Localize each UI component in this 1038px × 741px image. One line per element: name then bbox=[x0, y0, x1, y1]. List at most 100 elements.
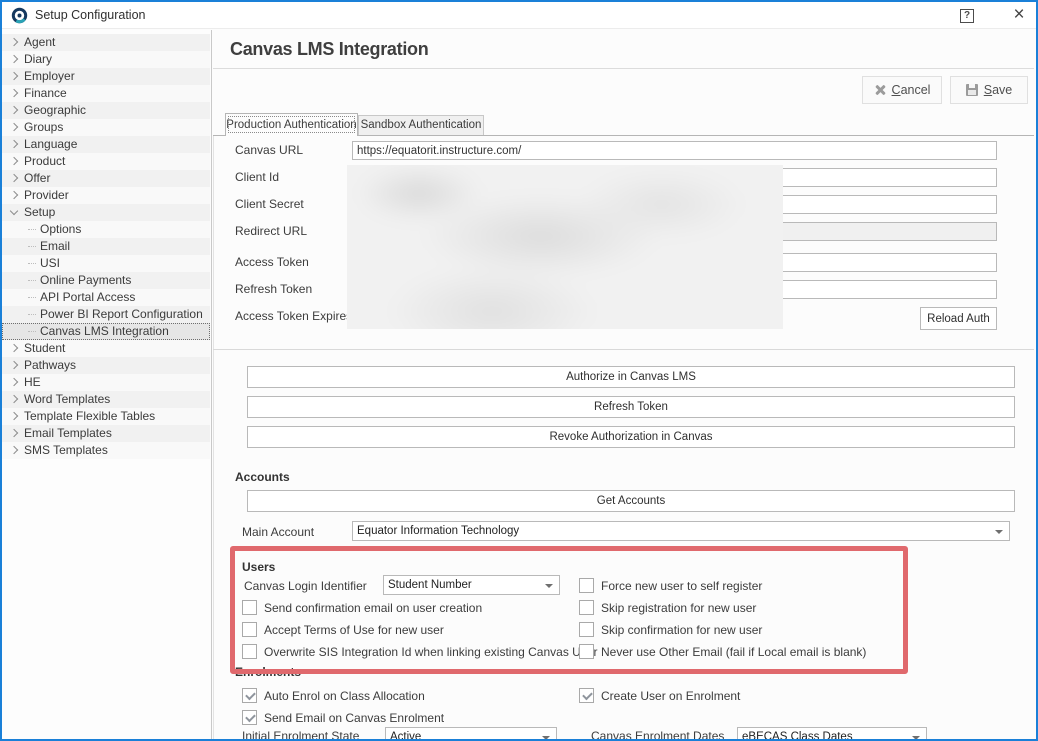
cancel-x-icon bbox=[874, 84, 886, 96]
sidebar-item-label: Setup bbox=[24, 204, 55, 221]
get-accounts-button[interactable]: Get Accounts bbox=[247, 490, 1015, 512]
title-separator bbox=[213, 68, 1034, 69]
authorize-in-canvas-button[interactable]: Authorize in Canvas LMS bbox=[247, 366, 1015, 388]
sidebar-item-canvas-lms-integration[interactable]: Canvas LMS Integration bbox=[2, 323, 210, 340]
never-use-other-email-label: Never use Other Email (fail if Local ema… bbox=[601, 645, 866, 659]
chevron-right-icon bbox=[10, 446, 18, 454]
force-self-register-checkbox[interactable] bbox=[579, 578, 594, 593]
sidebar-item-product[interactable]: Product bbox=[2, 153, 210, 170]
sidebar-item-geographic[interactable]: Geographic bbox=[2, 102, 210, 119]
skip-confirmation-checkbox[interactable] bbox=[579, 622, 594, 637]
sidebar-item-options[interactable]: Options bbox=[2, 221, 210, 238]
sidebar-item-label: Options bbox=[40, 221, 81, 238]
sidebar-item-email-templates[interactable]: Email Templates bbox=[2, 425, 210, 442]
overwrite-sis-id-label: Overwrite SIS Integration Id when linkin… bbox=[264, 645, 598, 659]
skip-registration-checkbox[interactable] bbox=[579, 600, 594, 615]
tab-production-authentication[interactable]: Production Authentication bbox=[225, 113, 358, 136]
sidebar-item-label: Diary bbox=[24, 51, 52, 68]
chevron-right-icon bbox=[10, 191, 18, 199]
access-token-expires-label: Access Token Expires bbox=[235, 309, 352, 323]
sidebar-item-label: Geographic bbox=[24, 102, 86, 119]
never-use-other-email-checkbox[interactable] bbox=[579, 644, 594, 659]
sidebar-item-label: SMS Templates bbox=[24, 442, 108, 459]
enrolments-heading: Enrolments bbox=[235, 665, 301, 679]
chevron-right-icon bbox=[10, 395, 18, 403]
sidebar-item-student[interactable]: Student bbox=[2, 340, 210, 357]
save-button[interactable]: Save bbox=[950, 76, 1028, 104]
sidebar-item-label: Product bbox=[24, 153, 65, 170]
send-confirmation-email-checkbox[interactable] bbox=[242, 600, 257, 615]
reload-auth-button[interactable]: Reload Auth bbox=[920, 307, 997, 330]
sidebar-item-label: Template Flexible Tables bbox=[24, 408, 155, 425]
sidebar-item-label: Power BI Report Configuration bbox=[40, 306, 203, 323]
setup-configuration-window: Setup Configuration ? × Agent Diary Empl… bbox=[0, 0, 1038, 741]
window-title: Setup Configuration bbox=[35, 8, 146, 22]
sidebar-item-groups[interactable]: Groups bbox=[2, 119, 210, 136]
sidebar-item-pathways[interactable]: Pathways bbox=[2, 357, 210, 374]
sidebar-item-agent[interactable]: Agent bbox=[2, 34, 210, 51]
chevron-down-icon bbox=[10, 207, 18, 215]
chevron-right-icon bbox=[10, 123, 18, 131]
sidebar-item-label: Student bbox=[24, 340, 65, 357]
auto-enrol-checkbox[interactable] bbox=[242, 688, 257, 703]
sidebar-item-label: Provider bbox=[24, 187, 69, 204]
help-icon[interactable]: ? bbox=[960, 9, 974, 23]
accept-terms-label: Accept Terms of Use for new user bbox=[264, 623, 444, 637]
canvas-url-input[interactable] bbox=[352, 141, 997, 160]
canvas-enrolment-dates-dropdown[interactable]: eBECAS Class Dates bbox=[737, 727, 927, 741]
sidebar-item-label: Offer bbox=[24, 170, 50, 187]
reload-auth-label: Reload Auth bbox=[927, 313, 990, 325]
initial-enrolment-state-label: Initial Enrolment State bbox=[242, 729, 359, 741]
sidebar-item-power-bi-report-configuration[interactable]: Power BI Report Configuration bbox=[2, 306, 210, 323]
chevron-right-icon bbox=[10, 157, 18, 165]
create-user-on-enrolment-checkbox[interactable] bbox=[579, 688, 594, 703]
sidebar-item-finance[interactable]: Finance bbox=[2, 85, 210, 102]
sidebar-item-word-templates[interactable]: Word Templates bbox=[2, 391, 210, 408]
send-email-on-enrolment-checkbox[interactable] bbox=[242, 710, 257, 725]
close-icon[interactable]: × bbox=[1006, 3, 1032, 27]
overwrite-sis-id-checkbox[interactable] bbox=[242, 644, 257, 659]
sidebar-item-setup[interactable]: Setup bbox=[2, 204, 210, 221]
sidebar-item-label: Pathways bbox=[24, 357, 76, 374]
sidebar-item-label: Word Templates bbox=[24, 391, 110, 408]
settings-tree: Agent Diary Employer Finance Geographic … bbox=[2, 30, 210, 739]
refresh-token-button[interactable]: Refresh Token bbox=[247, 396, 1015, 418]
authorize-in-canvas-label: Authorize in Canvas LMS bbox=[566, 371, 696, 383]
save-disk-icon bbox=[966, 84, 978, 96]
canvas-login-identifier-dropdown[interactable]: Student Number bbox=[383, 575, 560, 595]
sidebar-item-label: Language bbox=[24, 136, 77, 153]
main-account-dropdown[interactable]: Equator Information Technology bbox=[352, 521, 1010, 541]
initial-enrolment-state-dropdown[interactable]: Active bbox=[385, 727, 557, 741]
accept-terms-checkbox[interactable] bbox=[242, 622, 257, 637]
sidebar-item-sms-templates[interactable]: SMS Templates bbox=[2, 442, 210, 459]
sidebar-item-employer[interactable]: Employer bbox=[2, 68, 210, 85]
canvas-url-label: Canvas URL bbox=[235, 143, 303, 157]
sidebar-item-email[interactable]: Email bbox=[2, 238, 210, 255]
client-id-label: Client Id bbox=[235, 170, 279, 184]
main-account-value: Equator Information Technology bbox=[357, 525, 519, 537]
cancel-button[interactable]: Cancel bbox=[862, 76, 942, 104]
sidebar-item-label: Agent bbox=[24, 34, 55, 51]
chevron-right-icon bbox=[10, 174, 18, 182]
sidebar-item-label: Employer bbox=[24, 68, 75, 85]
tab-sandbox-authentication[interactable]: Sandbox Authentication bbox=[358, 115, 484, 135]
sidebar-item-language[interactable]: Language bbox=[2, 136, 210, 153]
skip-registration-label: Skip registration for new user bbox=[601, 601, 756, 615]
chevron-right-icon bbox=[10, 72, 18, 80]
sidebar-item-diary[interactable]: Diary bbox=[2, 51, 210, 68]
sidebar-item-offer[interactable]: Offer bbox=[2, 170, 210, 187]
tab-panel-border-left bbox=[213, 135, 214, 739]
sidebar-item-he[interactable]: HE bbox=[2, 374, 210, 391]
main-account-label: Main Account bbox=[242, 525, 314, 539]
chevron-right-icon bbox=[10, 89, 18, 97]
sidebar-item-provider[interactable]: Provider bbox=[2, 187, 210, 204]
sidebar-item-online-payments[interactable]: Online Payments bbox=[2, 272, 210, 289]
chevron-right-icon bbox=[10, 38, 18, 46]
sidebar-item-template-flexible-tables[interactable]: Template Flexible Tables bbox=[2, 408, 210, 425]
sidebar-item-usi[interactable]: USI bbox=[2, 255, 210, 272]
sidebar-item-api-portal-access[interactable]: API Portal Access bbox=[2, 289, 210, 306]
canvas-login-identifier-value: Student Number bbox=[388, 579, 472, 591]
canvas-enrolment-dates-label: Canvas Enrolment Dates bbox=[591, 729, 724, 741]
tab-label: Sandbox Authentication bbox=[361, 119, 482, 131]
revoke-authorization-button[interactable]: Revoke Authorization in Canvas bbox=[247, 426, 1015, 448]
